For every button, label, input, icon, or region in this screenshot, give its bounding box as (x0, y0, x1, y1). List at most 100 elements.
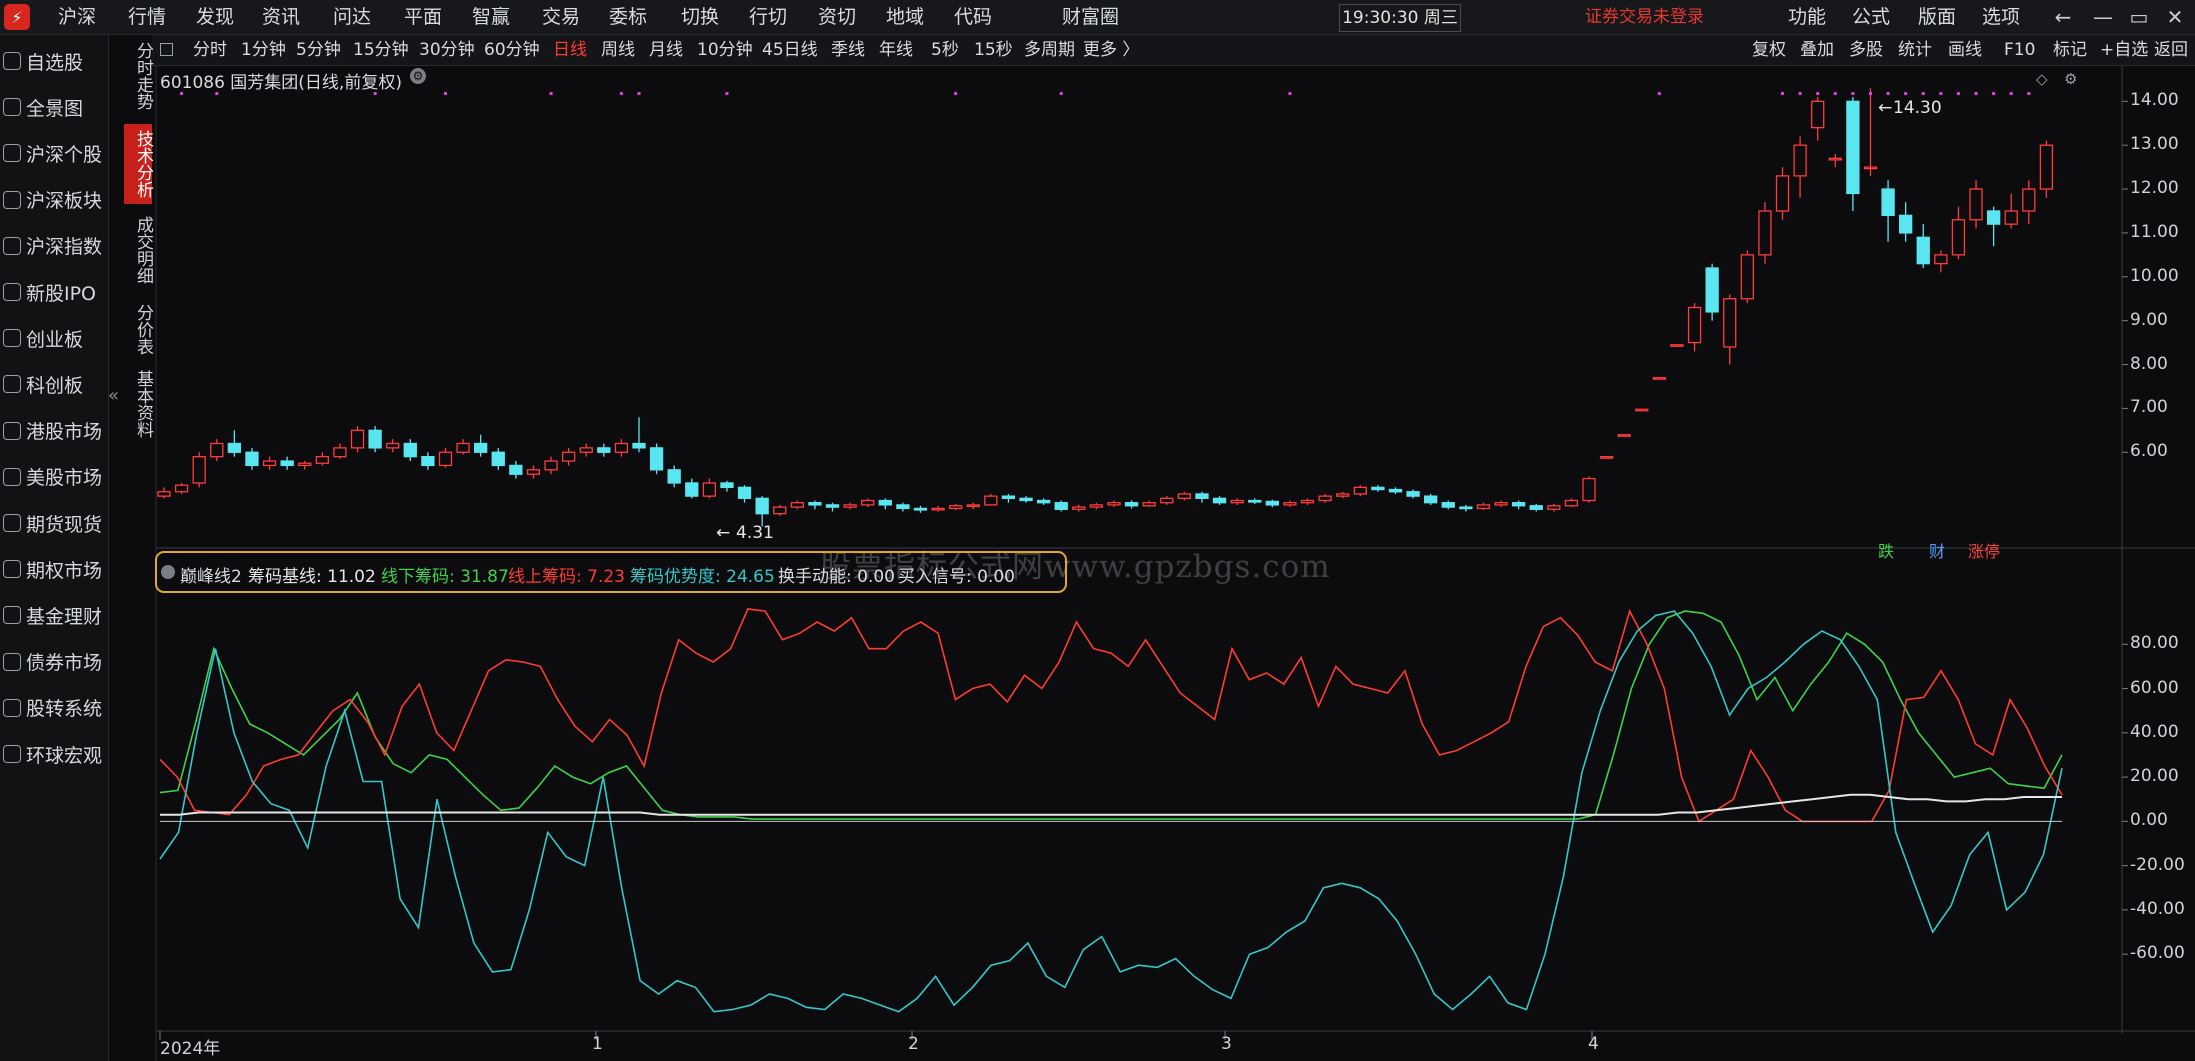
menu-item-6[interactable]: 智赢 (472, 0, 510, 34)
minimize-icon[interactable]: — (2088, 0, 2118, 34)
indicator-settings-icon[interactable] (161, 565, 175, 579)
vtab-3[interactable]: 分价表 (124, 298, 153, 360)
sidebar-item-icon (3, 560, 21, 579)
period-tab-12[interactable]: 年线 (879, 35, 913, 65)
tag-zhangting[interactable]: 涨停 (1968, 538, 2000, 562)
chart-settings-icon[interactable]: ⚙ (2064, 70, 2077, 88)
candle-body (526, 469, 541, 475)
menu-item-11[interactable]: 资切 (818, 0, 856, 34)
candle-body (984, 495, 998, 506)
sidebar-item-12[interactable]: 基金理财 (0, 592, 108, 638)
maximize-icon[interactable]: ▭ (2124, 0, 2154, 34)
sidebar-item-13[interactable]: 债券市场 (0, 639, 108, 685)
toggle-panel-icon[interactable] (160, 43, 173, 56)
candle-body (2004, 210, 2018, 225)
candle-body (245, 451, 259, 467)
sidebar-item-0[interactable]: 自选股 (0, 38, 108, 84)
sidebar-item-label: 创业板 (26, 328, 84, 351)
candle-body (720, 482, 734, 489)
period-tab-0[interactable]: 分时 (193, 35, 227, 65)
settings-icon[interactable]: ⚙ (410, 68, 426, 84)
menu-item-14[interactable]: 财富圈 (1062, 0, 1119, 34)
tool-button-8[interactable]: 返回 (2154, 35, 2188, 65)
right-menu-item-1[interactable]: 公式 (1852, 0, 1890, 34)
tool-button-7[interactable]: +自选 (2100, 35, 2148, 65)
menu-item-2[interactable]: 发现 (196, 0, 234, 34)
menu-item-1[interactable]: 行情 (128, 0, 166, 34)
menu-item-0[interactable]: 沪深 (58, 0, 96, 34)
tool-button-1[interactable]: 叠加 (1800, 35, 1834, 65)
sidebar-item-9[interactable]: 美股市场 (0, 454, 108, 500)
candle-body (1969, 188, 1983, 221)
period-tab-8[interactable]: 月线 (649, 35, 683, 65)
sidebar-item-6[interactable]: 创业板 (0, 315, 108, 361)
price-tick-label: 9.00 (2130, 309, 2168, 330)
tag-cai[interactable]: 财 (1929, 538, 1945, 562)
period-tab-16[interactable]: 更多 〉 (1083, 35, 1139, 65)
vtab-1[interactable]: 技术分析 (124, 124, 153, 204)
layout-diamond-icon[interactable]: ◇ (2036, 70, 2048, 88)
period-tab-1[interactable]: 1分钟 (241, 35, 286, 65)
menu-item-4[interactable]: 问达 (333, 0, 371, 34)
period-tab-13[interactable]: 5秒 (931, 35, 959, 65)
period-tab-3[interactable]: 15分钟 (353, 35, 409, 65)
menu-item-3[interactable]: 资讯 (262, 0, 300, 34)
menu-item-5[interactable]: 平面 (404, 0, 442, 34)
menu-item-10[interactable]: 行切 (749, 0, 787, 34)
indicator-tick-label: 20.00 (2130, 766, 2179, 787)
candle-body (1758, 210, 1772, 256)
sidebar-item-5[interactable]: 新股IPO (0, 269, 108, 315)
indicator-tick-label: -20.00 (2130, 854, 2185, 875)
period-tab-9[interactable]: 10分钟 (697, 35, 753, 65)
candle-body (1705, 267, 1719, 313)
sidebar-item-8[interactable]: 港股市场 (0, 408, 108, 454)
tool-button-4[interactable]: 画线 (1948, 35, 1982, 65)
menu-item-7[interactable]: 交易 (542, 0, 580, 34)
period-tab-11[interactable]: 季线 (831, 35, 865, 65)
tool-button-6[interactable]: 标记 (2053, 35, 2087, 65)
sidebar-item-4[interactable]: 沪深指数 (0, 223, 108, 269)
period-tab-15[interactable]: 多周期 (1024, 35, 1075, 65)
tool-button-5[interactable]: F10 (2004, 35, 2035, 65)
period-tab-7[interactable]: 周线 (601, 35, 635, 65)
candle-body (2039, 144, 2054, 190)
sidebar-item-7[interactable]: 科创板 (0, 361, 108, 407)
period-tab-6[interactable]: 日线 (553, 35, 587, 65)
tool-button-3[interactable]: 统计 (1898, 35, 1932, 65)
candle-body (1617, 434, 1631, 437)
candle-body (1723, 298, 1737, 348)
period-tab-5[interactable]: 60分钟 (484, 35, 540, 65)
vtab-2[interactable]: 成交明细 (124, 210, 153, 290)
period-tab-14[interactable]: 15秒 (974, 35, 1013, 65)
vtab-4[interactable]: 基本资料 (124, 366, 153, 442)
tool-button-2[interactable]: 多股 (1849, 35, 1883, 65)
right-menu-item-2[interactable]: 版面 (1918, 0, 1956, 34)
tag-die[interactable]: 跌 (1878, 538, 1894, 562)
right-menu-item-3[interactable]: 选项 (1982, 0, 2020, 34)
sidebar-item-15[interactable]: 环球宏观 (0, 731, 108, 777)
candle-body (1547, 505, 1561, 510)
sidebar-item-1[interactable]: 全景图 (0, 84, 108, 130)
sidebar-item-14[interactable]: 股转系统 (0, 685, 108, 731)
price-tick-label: 11.00 (2130, 221, 2179, 242)
menu-item-9[interactable]: 切换 (681, 0, 719, 34)
kline-and-indicator-chart[interactable] (0, 0, 2195, 1061)
period-tab-10[interactable]: 45日线 (762, 35, 818, 65)
menu-item-13[interactable]: 代码 (954, 0, 992, 34)
back-icon[interactable]: ← (2048, 0, 2078, 34)
menu-item-12[interactable]: 地域 (886, 0, 924, 34)
period-tab-2[interactable]: 5分钟 (296, 35, 341, 65)
period-tab-4[interactable]: 30分钟 (419, 35, 475, 65)
price-tick-label: 6.00 (2130, 441, 2168, 462)
close-icon[interactable]: ✕ (2160, 0, 2190, 34)
right-menu-item-0[interactable]: 功能 (1788, 0, 1826, 34)
sidebar-item-3[interactable]: 沪深板块 (0, 177, 108, 223)
tool-button-0[interactable]: 复权 (1752, 35, 1786, 65)
vtab-0[interactable]: 分时走势 (124, 36, 153, 116)
sidebar-item-10[interactable]: 期货现货 (0, 500, 108, 546)
sidebar-item-2[interactable]: 沪深个股 (0, 130, 108, 176)
signal-dot (443, 92, 447, 95)
candle-body (614, 442, 629, 453)
menu-item-8[interactable]: 委标 (609, 0, 647, 34)
sidebar-item-11[interactable]: 期权市场 (0, 546, 108, 592)
